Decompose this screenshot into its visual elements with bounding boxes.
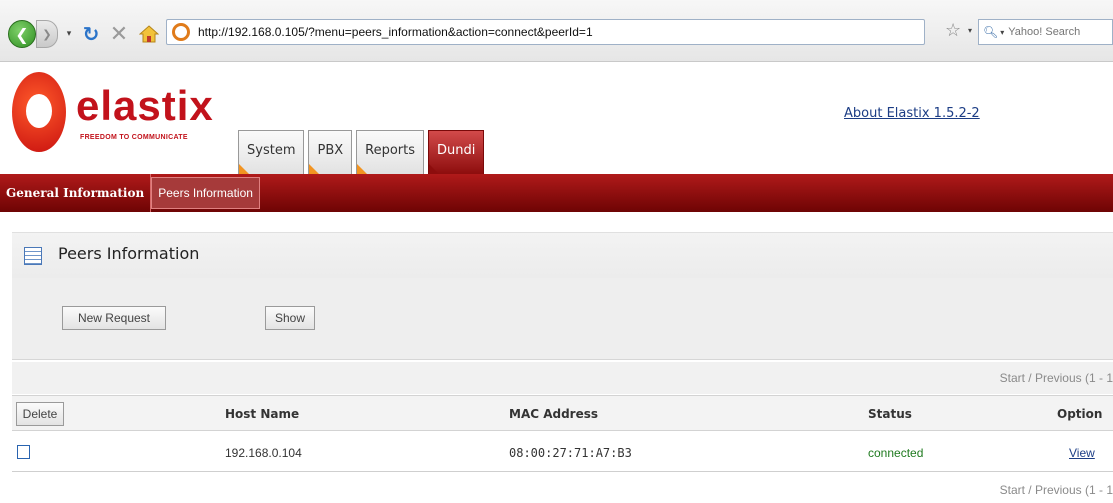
web-search-input[interactable]	[1008, 26, 1099, 38]
logo-text: elastix	[76, 82, 214, 129]
tab-pbx[interactable]: PBX	[308, 130, 353, 174]
table-row: 192.168.0.104 08:00:27:71:A7:B3 connecte…	[12, 432, 1113, 472]
history-dropdown-icon[interactable]: ▾	[63, 20, 75, 48]
column-header-option: Option	[1057, 407, 1103, 421]
page-header: Peers Information	[12, 232, 1113, 278]
address-bar-text: http://192.168.0.105/?menu=peers_informa…	[198, 25, 593, 39]
subnav-general-information[interactable]: General Information	[0, 177, 150, 209]
column-header-mac-address: MAC Address	[509, 407, 599, 421]
reload-icon[interactable]: ↻	[80, 20, 102, 48]
row-select-checkbox[interactable]	[17, 445, 30, 459]
bookmark-dropdown-icon[interactable]: ▾	[968, 26, 972, 35]
list-page-icon	[24, 247, 42, 265]
cell-status: connected	[868, 446, 924, 460]
back-arrow-icon[interactable]: ❮	[8, 20, 36, 48]
elastix-logo[interactable]: elastix FREEDOM TO COMMUNICATE	[8, 68, 218, 158]
tab-system[interactable]: System	[238, 130, 305, 174]
view-link[interactable]: View	[1069, 446, 1095, 460]
main-menu-tabs: System PBX Reports Dundi	[238, 130, 485, 174]
browser-toolbar: ❮ ❯ ▾ ↻ ✕ http://192.168.0.105/?menu=pee…	[0, 0, 1113, 62]
main-content: Peers Information New Request Show Start…	[0, 212, 1113, 503]
search-icon[interactable]: 🔍︎	[983, 25, 998, 39]
pager-bottom: Start / Previous (1 - 1	[12, 474, 1113, 503]
pager-top: Start / Previous (1 - 1	[12, 362, 1113, 394]
sub-navigation-bar: General Information Peers Information	[0, 174, 1113, 212]
subnav-peers-information[interactable]: Peers Information	[151, 177, 260, 209]
site-icon	[172, 23, 190, 41]
page-title: Peers Information	[58, 244, 200, 263]
tab-reports[interactable]: Reports	[356, 130, 425, 174]
app-header: elastix FREEDOM TO COMMUNICATE About Ela…	[0, 62, 1113, 174]
show-button[interactable]: Show	[265, 306, 315, 330]
table-header-row: Delete Host Name MAC Address Status Opti…	[12, 395, 1113, 431]
pager-navigation-bottom[interactable]: Start / Previous (1 - 1	[1000, 483, 1113, 497]
search-engine-dropdown-icon[interactable]: ▾	[1000, 28, 1004, 37]
pager-navigation[interactable]: Start / Previous (1 - 1	[1000, 371, 1113, 385]
delete-button[interactable]: Delete	[16, 402, 64, 426]
column-header-host-name: Host Name	[225, 407, 300, 421]
bookmark-star-icon[interactable]: ☆	[945, 20, 965, 42]
new-request-button[interactable]: New Request	[62, 306, 166, 330]
logo-tagline: FREEDOM TO COMMUNICATE	[80, 134, 188, 141]
tab-dundi[interactable]: Dundi	[428, 130, 485, 174]
web-search-box[interactable]: 🔍︎ ▾	[978, 19, 1113, 45]
cell-mac-address: 08:00:27:71:A7:B3	[509, 446, 632, 460]
address-bar[interactable]: http://192.168.0.105/?menu=peers_informa…	[166, 19, 925, 45]
column-header-status: Status	[868, 407, 912, 421]
about-elastix-link[interactable]: About Elastix 1.5.2-2	[844, 106, 980, 121]
filter-area: New Request Show	[12, 278, 1113, 360]
logo-mark-icon	[12, 72, 66, 152]
forward-arrow-icon[interactable]: ❯	[36, 20, 58, 48]
stop-icon[interactable]: ✕	[108, 20, 130, 48]
cell-host-name: 192.168.0.104	[225, 446, 302, 460]
home-icon[interactable]	[138, 20, 160, 48]
